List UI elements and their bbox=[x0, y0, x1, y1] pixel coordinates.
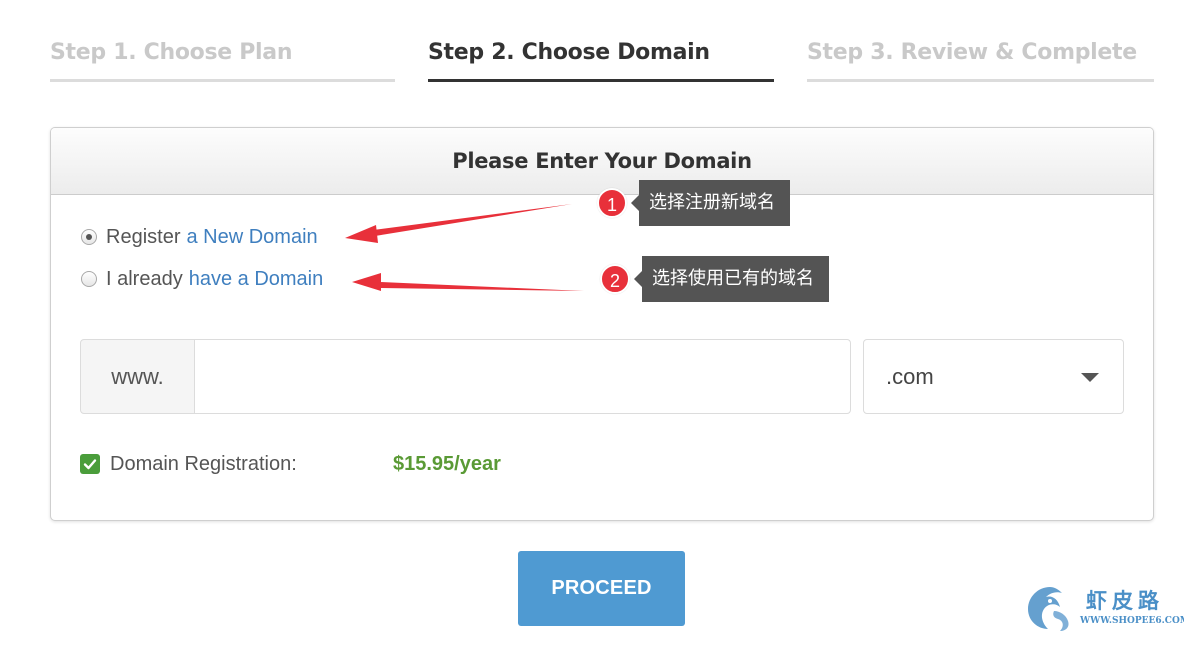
option-prefix: Register bbox=[106, 225, 181, 248]
step-choose-domain[interactable]: Step 2. Choose Domain bbox=[428, 38, 774, 82]
annotation-register-new: 1 选择注册新域名 bbox=[597, 180, 790, 226]
registration-checkbox[interactable] bbox=[80, 454, 100, 474]
domain-input-group: www. .com bbox=[80, 339, 1124, 414]
www-prefix: www. bbox=[80, 339, 195, 414]
checkmark-icon bbox=[83, 459, 97, 470]
domain-name-input[interactable] bbox=[194, 339, 851, 414]
annotation-tooltip: 选择使用已有的域名 bbox=[634, 256, 829, 302]
tld-selected-value: .com bbox=[886, 364, 934, 389]
tld-select[interactable]: .com bbox=[863, 339, 1124, 414]
step-label: Step 3. Review & Complete bbox=[807, 40, 1137, 65]
annotation-use-existing: 2 选择使用已有的域名 bbox=[600, 256, 829, 302]
existing-domain-radio[interactable] bbox=[81, 271, 97, 287]
registration-label: Domain Registration: bbox=[110, 453, 297, 475]
existing-domain-option[interactable]: I already have a Domain bbox=[81, 266, 323, 292]
domain-registration-row: Domain Registration: $15.95/year bbox=[80, 453, 680, 480]
site-watermark: 虾皮路 WWW.SHOPEE6.COM bbox=[1024, 583, 1184, 633]
watermark-url: WWW.SHOPEE6.COM bbox=[1080, 616, 1184, 626]
watermark-text: 虾皮路 bbox=[1086, 589, 1164, 613]
register-radio[interactable] bbox=[81, 229, 97, 245]
checkout-steps: Step 1. Choose Plan Step 2. Choose Domai… bbox=[50, 38, 1154, 82]
option-prefix: I already bbox=[106, 267, 183, 290]
annotation-tooltip: 选择注册新域名 bbox=[631, 180, 790, 226]
chevron-down-icon bbox=[1081, 373, 1099, 382]
step-choose-plan[interactable]: Step 1. Choose Plan bbox=[50, 38, 395, 82]
registration-price: $15.95/year bbox=[393, 453, 501, 475]
option-link-have-domain[interactable]: have a Domain bbox=[189, 268, 324, 291]
annotation-number-badge: 1 bbox=[597, 188, 627, 218]
step-label: Step 1. Choose Plan bbox=[50, 40, 293, 65]
step-underline bbox=[807, 79, 1154, 82]
step-underline bbox=[50, 79, 395, 82]
dragon-logo-icon bbox=[1028, 587, 1069, 631]
annotation-number-badge: 2 bbox=[600, 264, 630, 294]
option-link-new-domain[interactable]: a New Domain bbox=[186, 226, 317, 249]
register-new-domain-option[interactable]: Register a New Domain bbox=[81, 224, 318, 250]
step-label: Step 2. Choose Domain bbox=[428, 40, 710, 65]
step-underline bbox=[428, 79, 774, 82]
proceed-button[interactable]: PROCEED bbox=[518, 551, 685, 626]
step-review-complete[interactable]: Step 3. Review & Complete bbox=[807, 38, 1154, 82]
